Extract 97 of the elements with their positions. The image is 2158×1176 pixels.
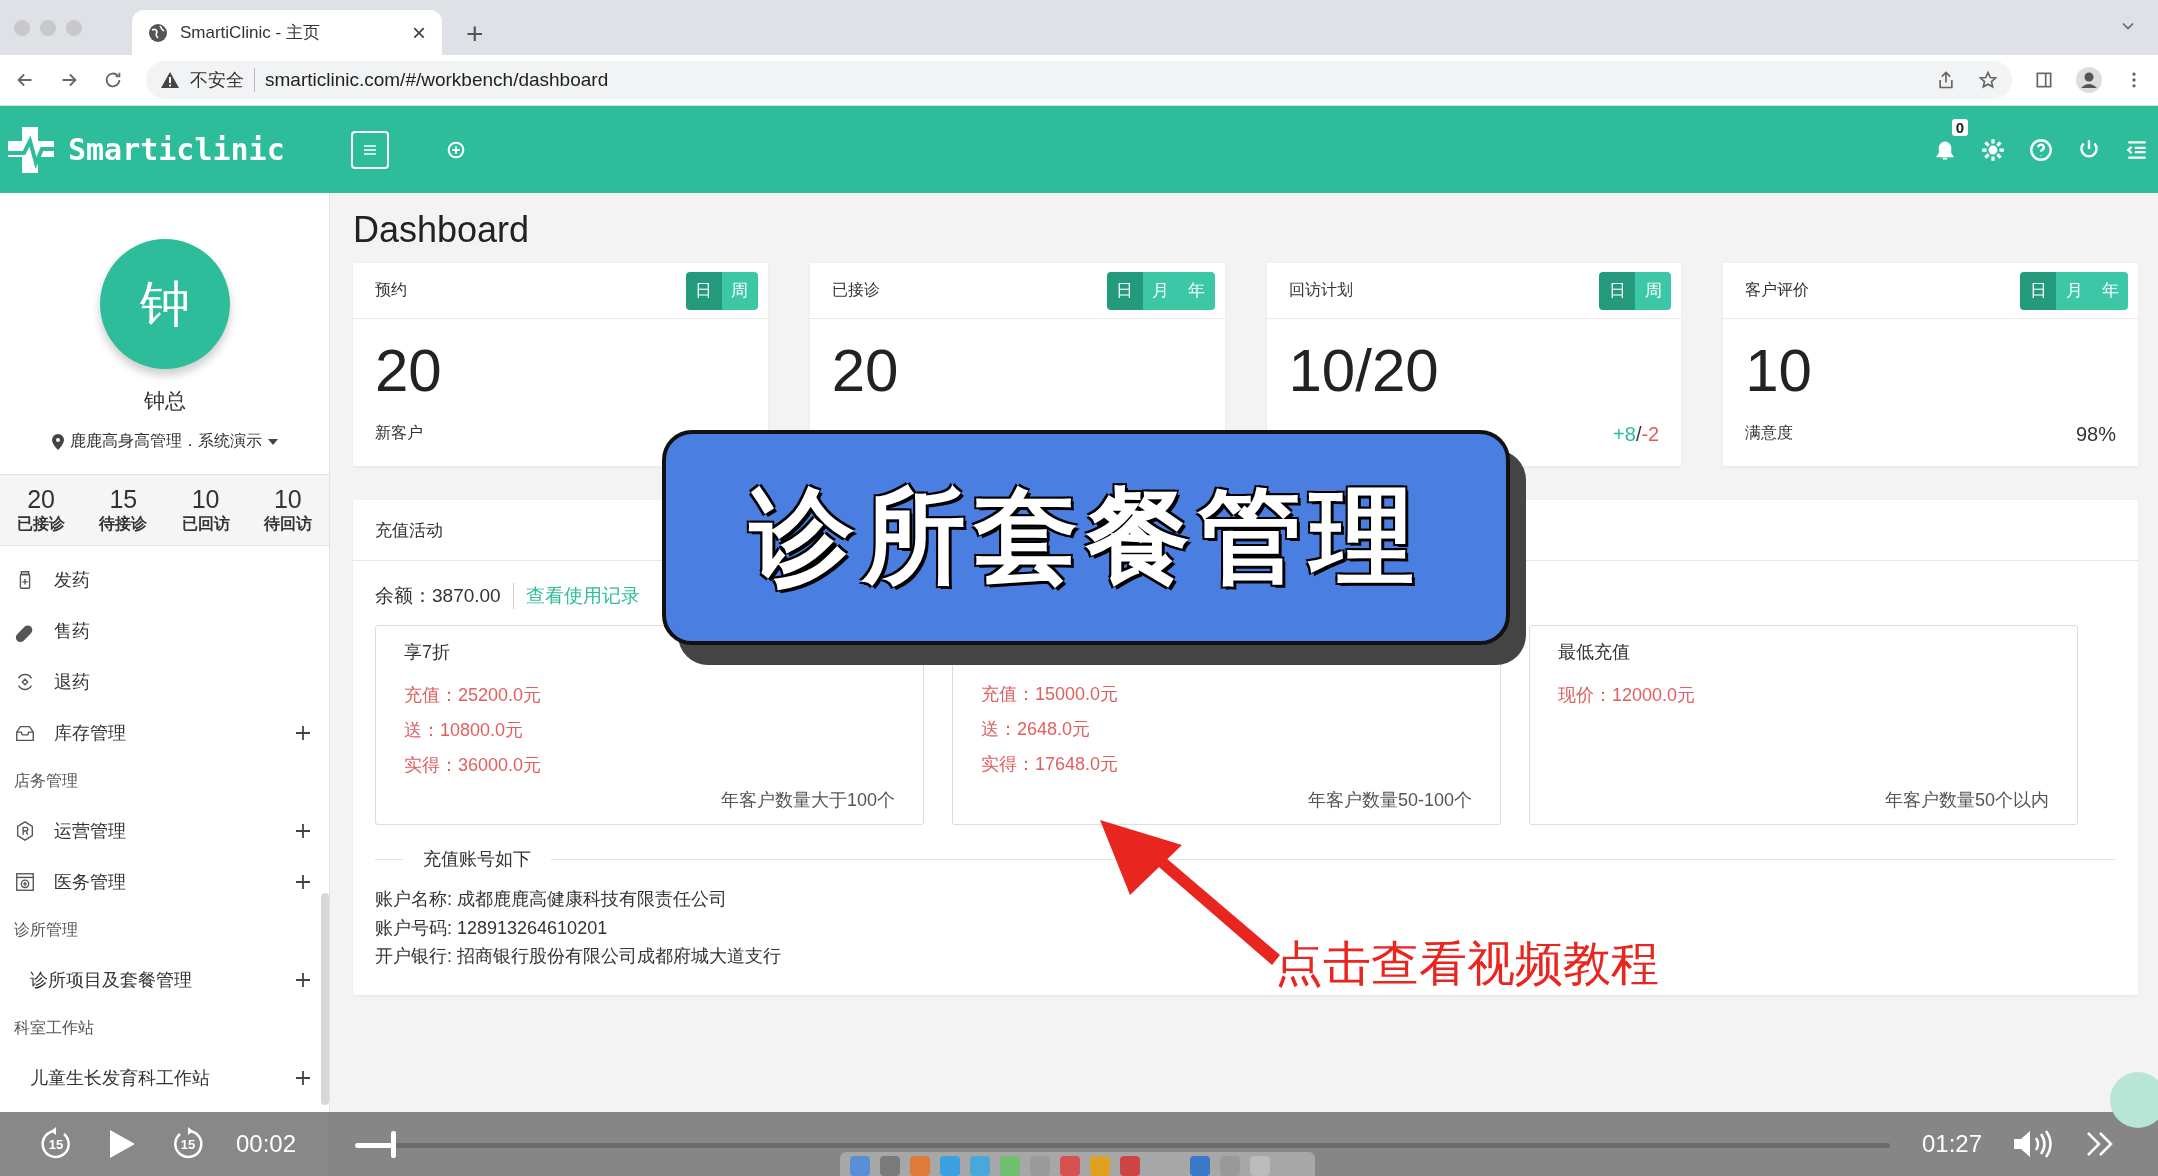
plan-note: 年客户数量大于100个 xyxy=(720,789,895,812)
share-icon[interactable] xyxy=(1936,70,1956,90)
menu-item[interactable]: 发药 xyxy=(0,554,319,605)
footer-label: 满意度 xyxy=(1745,423,1794,443)
play-icon[interactable] xyxy=(108,1129,136,1159)
scrollbar[interactable] xyxy=(321,893,329,1105)
remaining-time: 01:27 xyxy=(1922,1130,1983,1158)
plan-line: 送：2648.0元 xyxy=(981,718,1092,741)
card-title: 回访计划 xyxy=(1288,280,1353,300)
tutorial-callout[interactable]: 点击查看视频教程 xyxy=(1275,932,1659,996)
menu-section-heading: 科室工作站 xyxy=(13,1018,95,1038)
plan-line: 送：10800.0元 xyxy=(404,719,525,742)
menu-item[interactable]: 诊所项目及套餐管理 xyxy=(0,954,319,1005)
menu-item[interactable]: 儿童生长发育科工作站 xyxy=(0,1052,319,1103)
plan-line: 充值：25200.0元 xyxy=(404,684,543,707)
brand-name: Smarticlinic xyxy=(68,132,285,167)
star-icon[interactable] xyxy=(1978,70,1998,90)
footer-value: 98% xyxy=(2075,423,2116,445)
plus-icon[interactable] xyxy=(295,1069,311,1086)
plus-icon[interactable] xyxy=(295,971,311,988)
menu-item[interactable]: 售药 xyxy=(0,605,319,656)
stat-label: 已接诊 xyxy=(17,514,66,534)
stat-value: 10 xyxy=(273,485,302,514)
menu-button[interactable] xyxy=(350,130,389,169)
elapsed-time: 00:02 xyxy=(236,1130,297,1158)
chat-button[interactable] xyxy=(2110,1072,2158,1128)
card-value: 20 xyxy=(374,336,443,401)
menu-icon xyxy=(361,142,378,157)
period-toggle[interactable]: 日 xyxy=(685,271,722,310)
new-tab-button[interactable]: + xyxy=(466,17,484,51)
plus-icon[interactable] xyxy=(295,822,311,839)
plan-note: 年客户数量50-100个 xyxy=(1307,789,1472,812)
card-title: 客户评价 xyxy=(1745,280,1810,300)
stat-label: 待回访 xyxy=(263,514,312,534)
footer-label: 新客户 xyxy=(375,423,423,443)
double-chevron-icon[interactable] xyxy=(2085,1131,2115,1157)
location-pin-icon xyxy=(51,433,64,450)
plan-line: 实得：17648.0元 xyxy=(981,753,1120,776)
profile-icon[interactable] xyxy=(2076,67,2102,93)
account-heading: 充值账号如下 xyxy=(423,848,531,871)
menu-section-heading: 店务管理 xyxy=(13,771,79,791)
plus-icon[interactable] xyxy=(295,873,311,890)
period-toggle[interactable]: 日 xyxy=(1599,271,1636,310)
menu-item[interactable]: 退药 xyxy=(0,656,319,707)
user-name: 钟总 xyxy=(143,388,186,414)
account-line: 账户名称: 成都鹿鹿高健康科技有限责任公司 xyxy=(375,888,727,911)
stat-value: 15 xyxy=(109,485,138,514)
menu-item-icon xyxy=(14,819,36,842)
forward-button[interactable]: 15 xyxy=(170,1126,206,1162)
progress-bar[interactable] xyxy=(355,1143,1890,1148)
menu-item[interactable]: 库存管理 xyxy=(0,707,319,758)
user-avatar: 钟 xyxy=(99,239,230,369)
plan-card[interactable]: 充值：15000.0元 送：2648.0元 实得：17648.0元 年客户数量50-100个 xyxy=(952,665,1501,825)
browser-tab[interactable]: SmartiClinic - 主页 × xyxy=(132,10,442,55)
organization-selector[interactable]: 鹿鹿高身高管理．系统演示 xyxy=(51,431,278,452)
warning-icon xyxy=(160,71,180,89)
caret-icon xyxy=(267,438,278,445)
url-text: smarticlinic.com/#/workbench/dashboard xyxy=(265,69,1926,91)
globe-icon xyxy=(148,22,168,43)
menu-section-heading: 诊所管理 xyxy=(13,920,79,940)
plan-title: 最低充值 xyxy=(1558,642,1630,662)
menu-item[interactable]: 运营管理 xyxy=(0,805,319,856)
stat-label: 已回访 xyxy=(181,514,230,534)
plan-line: 实得：36000.0元 xyxy=(404,754,543,777)
period-toggle[interactable]: 日 xyxy=(2020,271,2056,310)
settings-icon[interactable] xyxy=(1980,136,2006,163)
account-line: 开户银行: 招商银行股份有限公司成都府城大道支行 xyxy=(375,945,781,968)
help-icon[interactable] xyxy=(2028,136,2054,163)
plan-title: 享7折 xyxy=(404,642,450,662)
notification-badge: 0 xyxy=(1951,118,1968,136)
close-tab-button[interactable]: × xyxy=(412,18,426,47)
plan-line: 现价：12000.0元 xyxy=(1558,684,1697,707)
card-title: 已接诊 xyxy=(831,280,880,300)
menu-item[interactable]: 医务管理 xyxy=(0,856,319,907)
card-value: 10 xyxy=(1744,336,1813,401)
card-title: 预约 xyxy=(375,280,407,300)
progress-thumb[interactable] xyxy=(391,1131,397,1158)
page-title: Dashboard xyxy=(353,209,531,251)
stat-value: 10 xyxy=(191,485,220,514)
plan-line: 充值：15000.0元 xyxy=(981,683,1120,706)
menu-item-icon xyxy=(14,870,36,893)
plan-note: 年客户数量50个以内 xyxy=(1884,789,2049,812)
security-label: 不安全 xyxy=(190,68,255,92)
card-value: 10/20 xyxy=(1287,336,1440,401)
stat-label: 待接诊 xyxy=(99,514,148,534)
trend-value: +8/-2 xyxy=(1613,423,1660,445)
balance-text: 余额：3870.00 xyxy=(375,584,501,608)
address-bar[interactable]: 不安全 smarticlinic.com/#/workbench/dashboard xyxy=(146,61,2012,99)
plus-icon[interactable] xyxy=(295,724,311,741)
plan-card[interactable]: 最低充值 现价：12000.0元 年客户数量50个以内 xyxy=(1529,625,2078,825)
rewind-button[interactable]: 15 xyxy=(38,1126,74,1162)
card-value: 20 xyxy=(830,336,900,401)
stat-value: 20 xyxy=(27,485,56,514)
tab-title: SmartiClinic - 主页 xyxy=(180,22,321,44)
period-toggle[interactable]: 日 xyxy=(1106,271,1143,310)
account-line: 账户号码: 128913264610201 xyxy=(375,916,608,940)
side-panel-icon[interactable] xyxy=(2034,70,2054,90)
